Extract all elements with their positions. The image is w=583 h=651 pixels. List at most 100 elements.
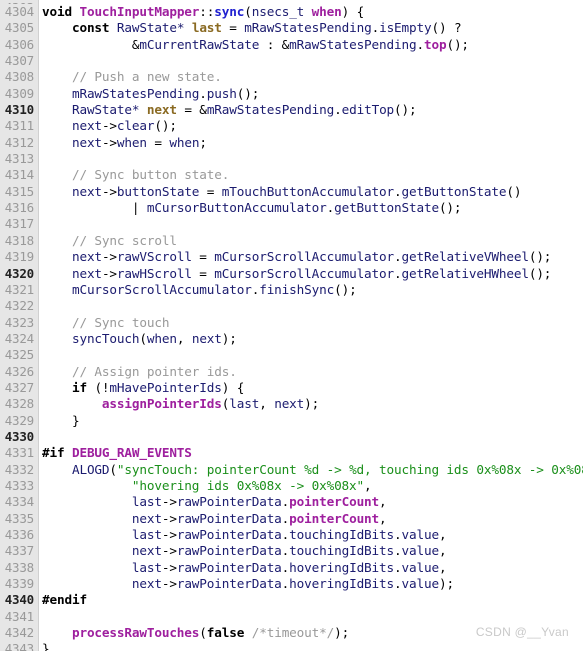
- code-line[interactable]: 4329 }: [0, 413, 583, 429]
- code-line[interactable]: 4328 assignPointerIds(last, next);: [0, 396, 583, 412]
- line-number: 4328: [4, 396, 35, 412]
- code-line[interactable]: 4313: [0, 151, 583, 167]
- code-line[interactable]: 4332 ALOGD("syncTouch: pointerCount %d -…: [0, 462, 583, 478]
- code-line-text[interactable]: &mCurrentRawState : &mRawStatesPending.t…: [38, 37, 583, 53]
- code-line-text[interactable]: next->rawVScroll = mCursorScrollAccumula…: [38, 249, 583, 265]
- code-line-text[interactable]: next->rawPointerData.pointerCount,: [38, 511, 583, 527]
- code-token-id: next: [71, 265, 102, 281]
- line-number: 4324: [4, 330, 35, 346]
- code-line[interactable]: 4333 "hovering ids 0x%08x -> 0x%08x",: [0, 478, 583, 494]
- code-line-text[interactable]: #endif: [38, 592, 583, 608]
- code-token-cls: TouchInputMapper: [79, 4, 200, 19]
- line-number: 4338: [4, 559, 35, 575]
- code-line-text[interactable]: #if DEBUG_RAW_EVENTS: [38, 445, 583, 461]
- code-token-var: last: [191, 20, 222, 36]
- code-token-var: next: [146, 102, 177, 118]
- code-line[interactable]: 4339 next->rawPointerData.hoveringIdBits…: [0, 576, 583, 592]
- code-token-id: syncTouch: [71, 330, 140, 346]
- code-line[interactable]: 4308 // Push a new state.: [0, 69, 583, 85]
- code-line[interactable]: 4316 | mCursorButtonAccumulator.getButto…: [0, 200, 583, 216]
- code-line-text[interactable]: assignPointerIds(last, next);: [38, 396, 583, 412]
- code-line-text[interactable]: last->rawPointerData.touchingIdBits.valu…: [38, 527, 583, 543]
- code-token-op: ->: [101, 249, 117, 265]
- code-line-text[interactable]: last->rawPointerData.hoveringIdBits.valu…: [38, 560, 583, 576]
- code-content[interactable]: 43034304void TouchInputMapper::sync(nsec…: [0, 0, 583, 651]
- code-line[interactable]: 4337 next->rawPointerData.touchingIdBits…: [0, 543, 583, 559]
- code-line-text[interactable]: mRawStatesPending.push();: [38, 86, 583, 102]
- code-line-text[interactable]: }: [38, 641, 583, 651]
- code-line[interactable]: 4321 mCursorScrollAccumulator.finishSync…: [0, 282, 583, 298]
- line-number: 4311: [4, 118, 35, 134]
- code-line-text[interactable]: next->rawHScroll = mCursorScrollAccumula…: [38, 266, 583, 282]
- code-line-text[interactable]: const RawState* last = mRawStatesPending…: [38, 20, 583, 36]
- code-token-op: ->: [161, 494, 177, 510]
- line-number: 4319: [4, 249, 35, 265]
- code-line[interactable]: 4320 next->rawHScroll = mCursorScrollAcc…: [0, 266, 583, 282]
- code-line[interactable]: 4325: [0, 347, 583, 363]
- code-line-text[interactable]: // Sync touch: [38, 315, 583, 331]
- code-token-id: finishSync: [259, 281, 335, 297]
- code-line-text[interactable]: next->clear();: [38, 118, 583, 134]
- code-line[interactable]: 4323 // Sync touch: [0, 315, 583, 331]
- code-line-text[interactable]: next->buttonState = mTouchButtonAccumula…: [38, 184, 583, 200]
- code-line[interactable]: 4310 RawState* next = &mRawStatesPending…: [0, 102, 583, 118]
- code-token-id: last: [131, 494, 162, 510]
- code-line[interactable]: 4318 // Sync scroll: [0, 233, 583, 249]
- code-line[interactable]: 4330: [0, 429, 583, 445]
- code-line[interactable]: 4314 // Sync button state.: [0, 167, 583, 183]
- code-token-op: );: [438, 576, 454, 592]
- code-line[interactable]: 4331 #if DEBUG_RAW_EVENTS: [0, 445, 583, 461]
- code-line-text[interactable]: if (!mHavePointerIds) {: [38, 380, 583, 396]
- code-line[interactable]: 4340 #endif: [0, 592, 583, 608]
- code-token-op: );: [304, 396, 320, 412]
- code-line-text[interactable]: next->rawPointerData.touchingIdBits.valu…: [38, 543, 583, 559]
- code-line-text[interactable]: }: [38, 413, 583, 429]
- code-line-text[interactable]: // Sync button state.: [38, 167, 583, 183]
- code-line[interactable]: 4326 // Assign pointer ids.: [0, 364, 583, 380]
- code-token-id: RawState*: [116, 20, 185, 36]
- code-line[interactable]: 4305 const RawState* last = mRawStatesPe…: [0, 20, 583, 36]
- code-line-text[interactable]: // Assign pointer ids.: [38, 364, 583, 380]
- code-line-text[interactable]: ALOGD("syncTouch: pointerCount %d -> %d,…: [38, 462, 583, 478]
- code-line[interactable]: 4319 next->rawVScroll = mCursorScrollAcc…: [0, 249, 583, 265]
- code-line-text[interactable]: next->rawPointerData.hoveringIdBits.valu…: [38, 576, 583, 592]
- code-line-text[interactable]: // Sync scroll: [38, 233, 583, 249]
- line-number: 4334: [4, 494, 35, 510]
- code-line[interactable]: 4324 syncTouch(when, next);: [0, 331, 583, 347]
- code-line[interactable]: 4338 last->rawPointerData.hoveringIdBits…: [0, 560, 583, 576]
- code-line[interactable]: 4343}: [0, 641, 583, 651]
- code-line-text[interactable]: | mCursorButtonAccumulator.getButtonStat…: [38, 200, 583, 216]
- code-token-op: =: [191, 249, 215, 265]
- code-token-cls: top: [423, 36, 447, 52]
- code-line[interactable]: 4312 next->when = when;: [0, 135, 583, 151]
- code-line[interactable]: 4336 last->rawPointerData.touchingIdBits…: [0, 527, 583, 543]
- code-line[interactable]: 4309 mRawStatesPending.push();: [0, 86, 583, 102]
- code-line-text[interactable]: syncTouch(when, next);: [38, 331, 583, 347]
- code-line[interactable]: 4315 next->buttonState = mTouchButtonAcc…: [0, 184, 583, 200]
- code-line[interactable]: 4311 next->clear();: [0, 118, 583, 134]
- code-line[interactable]: 4341: [0, 609, 583, 625]
- code-viewer[interactable]: 43034304void TouchInputMapper::sync(nsec…: [0, 0, 583, 651]
- code-line[interactable]: 4322: [0, 298, 583, 314]
- code-line[interactable]: 4306 &mCurrentRawState : &mRawStatesPend…: [0, 37, 583, 53]
- line-number: 4315: [4, 183, 35, 199]
- code-line[interactable]: 4317: [0, 216, 583, 232]
- code-line-text[interactable]: mCursorScrollAccumulator.finishSync();: [38, 282, 583, 298]
- code-line-text[interactable]: // Push a new state.: [38, 69, 583, 85]
- code-line[interactable]: 4304 void TouchInputMapper::sync(nsecs_t …: [0, 4, 583, 20]
- code-line[interactable]: 4327 if (!mHavePointerIds) {: [0, 380, 583, 396]
- code-line[interactable]: 4334 last->rawPointerData.pointerCount,: [0, 494, 583, 510]
- code-line-text[interactable]: last->rawPointerData.pointerCount,: [38, 494, 583, 510]
- code-line[interactable]: 4307: [0, 53, 583, 69]
- code-token-op: (: [199, 625, 207, 641]
- code-line[interactable]: 4335 next->rawPointerData.pointerCount,: [0, 511, 583, 527]
- code-line-text[interactable]: next->when = when;: [38, 135, 583, 151]
- code-line-text[interactable]: "hovering ids 0x%08x -> 0x%08x",: [38, 478, 583, 494]
- code-line-text[interactable]: void TouchInputMapper::sync(nsecs_t when…: [38, 4, 583, 20]
- code-token-k: #endif: [42, 592, 87, 608]
- code-line-text[interactable]: RawState* next = &mRawStatesPending.edit…: [38, 102, 583, 118]
